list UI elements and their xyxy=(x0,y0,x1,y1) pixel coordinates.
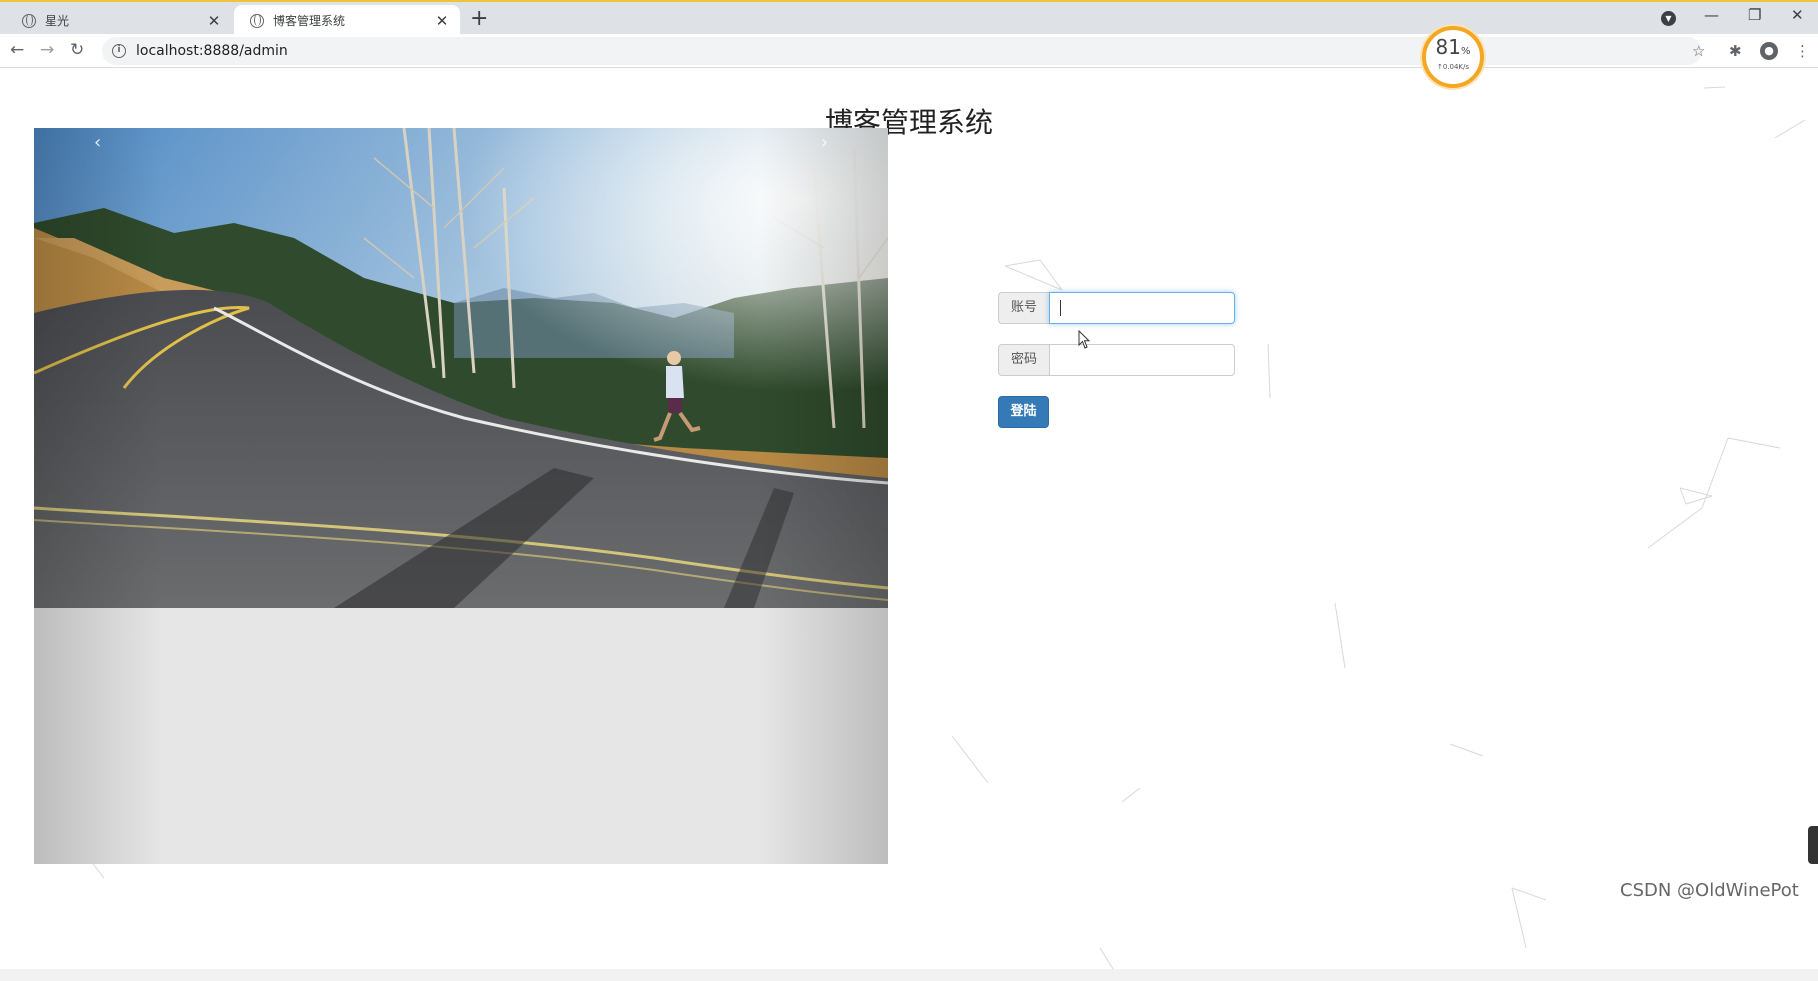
tab-title: 博客管理系统 xyxy=(273,14,346,28)
carousel-right-gradient xyxy=(760,128,888,864)
carousel-next-icon[interactable]: › xyxy=(821,132,828,153)
reload-button[interactable]: ↻ xyxy=(70,39,84,61)
profile-icon[interactable]: ● xyxy=(1760,42,1778,60)
browser-tabstrip: 星光 ✕ 博客管理系统 ✕ + ▼ — ❐ ✕ xyxy=(0,0,1818,36)
speed-percent: 81% xyxy=(1426,36,1480,63)
speed-percent-value: 81 xyxy=(1435,35,1461,59)
browser-tab-1[interactable]: 星光 ✕ xyxy=(6,5,232,36)
page-body: 博客管理系统 ‹ › 账号 密码 登陆 xyxy=(0,68,1818,981)
text-caret xyxy=(1060,300,1061,316)
globe-icon xyxy=(250,13,264,28)
tab-search-icon[interactable]: ▼ xyxy=(1661,11,1676,26)
globe-icon xyxy=(22,13,36,28)
kebab-menu-icon[interactable]: ⋮ xyxy=(1795,42,1810,60)
image-carousel[interactable]: ‹ › xyxy=(34,128,888,864)
password-label: 密码 xyxy=(998,344,1049,376)
forward-button[interactable]: → xyxy=(40,39,54,61)
url-text: localhost:8888/admin xyxy=(136,43,288,59)
window-close-icon[interactable]: ✕ xyxy=(1791,6,1804,24)
arrow-left-icon: ← xyxy=(10,40,25,60)
carousel-left-gradient xyxy=(34,128,162,864)
account-label: 账号 xyxy=(998,292,1049,324)
new-tab-button[interactable]: + xyxy=(470,7,488,31)
restore-icon[interactable]: ❐ xyxy=(1748,6,1761,24)
arrow-right-icon: → xyxy=(40,40,55,60)
bottom-bar xyxy=(0,969,1818,981)
account-input-group: 账号 xyxy=(998,292,1235,324)
star-icon[interactable]: ☆ xyxy=(1692,42,1705,60)
reload-icon: ↻ xyxy=(70,40,85,60)
browser-toolbar: ← → ↻ i localhost:8888/admin ☆ ✱ ● ⋮ xyxy=(0,34,1818,68)
side-feedback-tab[interactable] xyxy=(1808,826,1818,864)
mouse-cursor-icon xyxy=(1078,330,1091,349)
browser-tab-2[interactable]: 博客管理系统 ✕ xyxy=(234,5,460,36)
speed-percent-unit: % xyxy=(1460,46,1471,57)
close-icon[interactable]: ✕ xyxy=(434,12,450,30)
password-input[interactable] xyxy=(1049,344,1235,376)
back-button[interactable]: ← xyxy=(10,39,24,61)
carousel-prev-icon[interactable]: ‹ xyxy=(94,132,101,153)
minimize-icon[interactable]: — xyxy=(1704,6,1719,24)
login-button[interactable]: 登陆 xyxy=(998,396,1049,428)
info-icon[interactable]: i xyxy=(112,44,126,58)
watermark: CSDN @OldWinePot xyxy=(1620,880,1799,901)
account-input[interactable] xyxy=(1049,292,1235,324)
puzzle-icon[interactable]: ✱ xyxy=(1729,42,1742,60)
tab-title: 星光 xyxy=(45,14,70,28)
password-input-group: 密码 xyxy=(998,344,1235,376)
close-icon[interactable]: ✕ xyxy=(206,12,222,30)
